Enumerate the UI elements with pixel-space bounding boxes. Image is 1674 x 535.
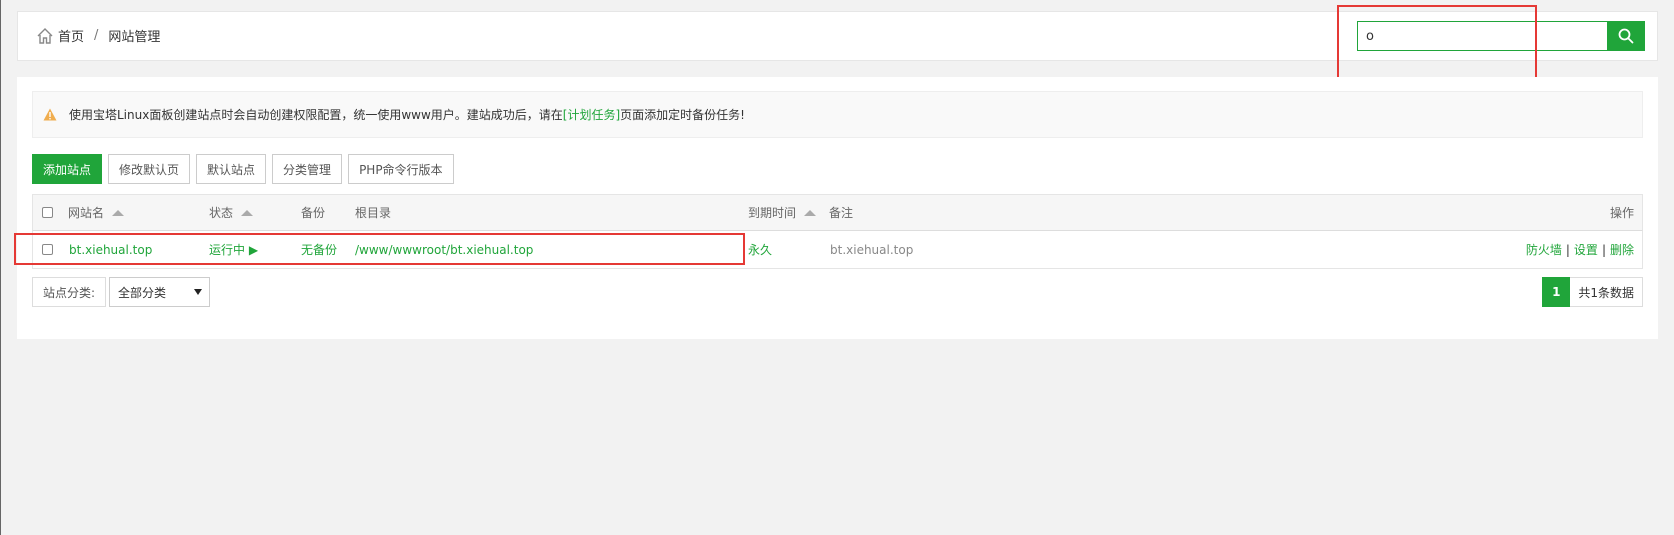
category-select[interactable]: 全部分类: [109, 277, 210, 307]
edit-default-page-button[interactable]: 修改默认页: [108, 154, 191, 184]
cron-task-link[interactable]: [计划任务]: [563, 106, 620, 123]
pagination: 1 共1条数据: [1542, 277, 1643, 307]
category-manage-button[interactable]: 分类管理: [272, 154, 343, 184]
remark-text[interactable]: bt.xiehual.top: [830, 243, 913, 257]
header-root: 根目录: [355, 206, 392, 220]
sort-up-icon[interactable]: [241, 209, 254, 216]
select-all-checkbox[interactable]: [42, 207, 53, 218]
breadcrumb-home[interactable]: 首页: [58, 26, 84, 45]
default-site-button[interactable]: 默认站点: [196, 154, 267, 184]
header-remark: 备注: [829, 206, 854, 220]
firewall-link[interactable]: 防火墙: [1526, 241, 1562, 258]
toolbar: 添加站点 修改默认页 默认站点 分类管理 PHP命令行版本: [32, 154, 454, 184]
breadcrumb-current: 网站管理: [108, 30, 161, 45]
add-site-button[interactable]: 添加站点: [32, 154, 103, 184]
home-icon[interactable]: [36, 27, 54, 45]
notice-text-after: 页面添加定时备份任务!: [620, 108, 745, 122]
search-button[interactable]: [1607, 21, 1645, 51]
category-label: 站点分类:: [32, 277, 107, 307]
header-status[interactable]: 状态: [209, 204, 233, 221]
table-footer: 站点分类: 全部分类 1 共1条数据: [32, 277, 1643, 309]
page-current[interactable]: 1: [1542, 277, 1571, 307]
search-highlight-box: [1337, 5, 1537, 86]
header-expire[interactable]: 到期时间: [748, 204, 796, 221]
caret-down-icon: [194, 289, 202, 295]
table-header: 网站名 状态 备份 根目录 到期时间 备注 操作: [32, 194, 1643, 231]
notice-bar: 使用宝塔Linux面板创建站点时会自动创建权限配置，统一使用www用户。建站成功…: [32, 91, 1643, 138]
delete-link[interactable]: 删除: [1610, 241, 1634, 258]
settings-link[interactable]: 设置: [1574, 241, 1598, 258]
breadcrumb-separator: /: [94, 28, 99, 43]
warning-icon: [43, 108, 57, 121]
action-divider: |: [1565, 242, 1570, 257]
expire-link[interactable]: 永久: [748, 241, 772, 258]
sort-up-icon[interactable]: [112, 209, 125, 216]
php-cli-version-button[interactable]: PHP命令行版本: [348, 154, 454, 184]
site-panel: 使用宝塔Linux面板创建站点时会自动创建权限配置，统一使用www用户。建站成功…: [17, 77, 1658, 339]
action-divider: |: [1601, 242, 1606, 257]
notice-text-before: 使用宝塔Linux面板创建站点时会自动创建权限配置，统一使用www用户。建站成功…: [69, 108, 563, 122]
header-name[interactable]: 网站名: [68, 204, 104, 221]
header-backup: 备份: [301, 206, 326, 220]
sort-up-icon[interactable]: [804, 209, 817, 216]
category-select-value: 全部分类: [118, 285, 167, 300]
header-actions: 操作: [1609, 206, 1634, 220]
breadcrumb: 首页 / 网站管理: [36, 26, 160, 45]
total-count: 共1条数据: [1570, 277, 1643, 307]
row-highlight-box: [14, 233, 745, 265]
search-icon: [1618, 28, 1634, 44]
